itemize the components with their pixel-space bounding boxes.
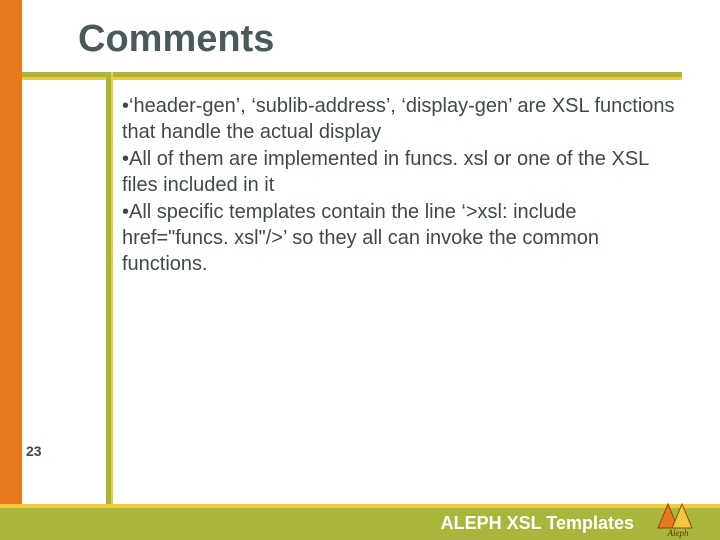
footer: ALEPH XSL Templates Aleph bbox=[0, 500, 720, 540]
footer-text: ALEPH XSL Templates bbox=[441, 513, 634, 534]
bullet-dot-icon: • bbox=[122, 201, 129, 223]
bullet-text: ‘header-gen’, ‘sublib-address’, ‘display… bbox=[122, 95, 675, 143]
bullet-item: •‘header-gen’, ‘sublib-address’, ‘displa… bbox=[122, 94, 682, 145]
slide-number: 23 bbox=[26, 443, 42, 459]
slide-body: •‘header-gen’, ‘sublib-address’, ‘displa… bbox=[122, 94, 682, 279]
bullet-dot-icon: • bbox=[122, 95, 129, 117]
bullet-item: •All specific templates contain the line… bbox=[122, 200, 682, 277]
horizontal-divider bbox=[22, 72, 682, 80]
aleph-logo-icon: Aleph bbox=[652, 494, 704, 538]
bullet-item: •All of them are implemented in funcs. x… bbox=[122, 147, 682, 198]
divider-yellow bbox=[22, 77, 682, 80]
bullet-dot-icon: • bbox=[122, 148, 129, 170]
logo-text: Aleph bbox=[667, 528, 689, 538]
vertical-divider-yellow bbox=[111, 72, 113, 507]
slide: Comments •‘header-gen’, ‘sublib-address’… bbox=[0, 0, 720, 540]
bullet-text: All specific templates contain the line … bbox=[122, 201, 599, 274]
bullet-text: All of them are implemented in funcs. xs… bbox=[122, 148, 649, 196]
left-orange-column bbox=[0, 0, 22, 540]
slide-title: Comments bbox=[78, 18, 274, 61]
